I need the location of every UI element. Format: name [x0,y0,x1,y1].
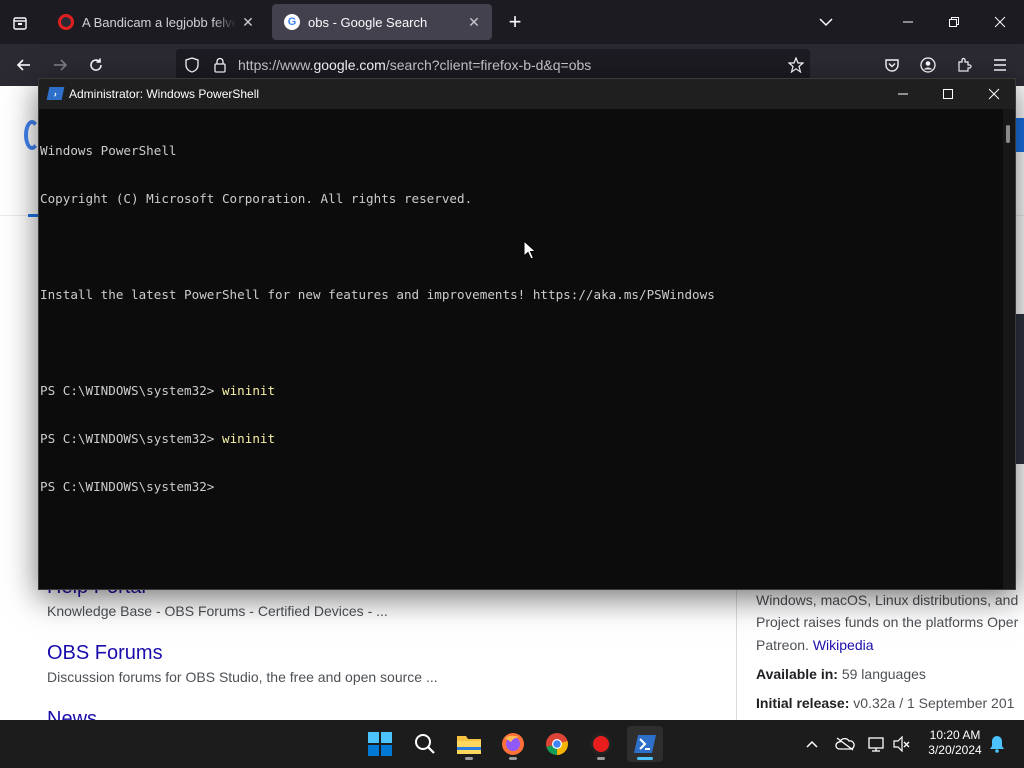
powershell-console[interactable]: Windows PowerShell Copyright (C) Microso… [39,109,1003,589]
close-window-icon[interactable] [988,10,1012,34]
result-snippet: Discussion forums for OBS Studio, the fr… [47,669,438,685]
running-indicator [509,757,517,760]
bandicam-button[interactable] [583,726,619,762]
clock-time: 10:20 AM [929,728,981,742]
console-line: Windows PowerShell [40,143,177,158]
console-line: Install the latest PowerShell for new fe… [40,287,715,302]
url-text: https://www.google.com/search?client=fir… [238,57,592,73]
browser-tab-bar: A Bandicam a legjobb felvevőprogram ✕ G … [0,0,1024,44]
running-indicator [465,757,473,760]
start-button[interactable] [362,726,398,762]
menu-icon[interactable] [988,53,1012,77]
kp-available-in: Available in: 59 languages [756,666,926,682]
volume-muted-icon[interactable] [891,734,913,754]
tab-title: obs - Google Search [308,14,428,30]
result-title-obs-forums[interactable]: OBS Forums [47,642,163,665]
back-icon[interactable] [12,53,36,77]
windows-start-icon [368,732,392,756]
console-scrollbar[interactable] [1003,109,1015,589]
taskbar-clock[interactable]: 10:20 AM 3/20/2024 [918,728,992,758]
taskbar [0,720,1024,768]
record-icon [590,733,612,755]
new-tab-icon[interactable]: + [503,9,527,34]
close-icon[interactable] [982,82,1006,106]
onedrive-offline-icon[interactable] [834,734,856,754]
tab-google-search[interactable]: G obs - Google Search ✕ [272,4,492,40]
kp-description-line: Project raises funds on the platforms Op… [756,614,1019,630]
mouse-cursor-icon [523,239,537,260]
reload-icon[interactable] [84,53,108,77]
powershell-icon [634,735,656,753]
image-fragment [1016,314,1024,464]
chrome-icon [546,733,568,755]
powershell-title-bar[interactable]: › Administrator: Windows PowerShell [39,79,1015,109]
powershell-button[interactable] [627,726,663,762]
tab-title: A Bandicam a legjobb felvevőprogram [82,14,236,30]
network-icon[interactable] [866,734,888,754]
result-snippet: Knowledge Base - OBS Forums - Certified … [47,603,388,619]
scrollbar-thumb[interactable] [1006,125,1010,143]
minimize-icon[interactable] [896,10,920,34]
clock-date: 3/20/2024 [928,743,982,757]
extensions-icon[interactable] [952,53,976,77]
file-explorer-button[interactable] [451,726,487,762]
powershell-icon: › [46,87,65,100]
account-icon[interactable] [916,53,940,77]
kp-description-line: Patreon. Wikipedia [756,637,874,653]
pocket-icon[interactable] [880,53,904,77]
powershell-window: › Administrator: Windows PowerShell Wind… [38,78,1016,590]
minimize-icon[interactable] [891,82,915,106]
firefox-view-icon[interactable] [8,11,32,35]
shield-icon[interactable] [180,53,204,77]
firefox-button[interactable] [495,726,531,762]
firefox-icon [502,733,524,755]
console-line: PS C:\WINDOWS\system32> wininit [40,383,276,398]
powershell-title: Administrator: Windows PowerShell [69,87,260,101]
close-tab-icon[interactable]: ✕ [236,14,260,31]
console-line: Copyright (C) Microsoft Corporation. All… [40,191,473,206]
divider [736,576,737,720]
bandicam-icon [58,14,74,30]
google-icon: G [284,14,300,30]
console-line: PS C:\WINDOWS\system32> wininit [40,431,276,446]
search-icon [415,734,435,754]
running-indicator [597,757,605,760]
chrome-button[interactable] [539,726,575,762]
chevron-up-icon[interactable] [802,734,822,754]
wikipedia-link[interactable]: Wikipedia [813,637,874,653]
list-tabs-icon[interactable] [814,10,838,34]
close-tab-icon[interactable]: ✕ [462,14,486,31]
kp-description-line: Windows, macOS, Linux distributions, and [756,592,1019,608]
active-indicator [637,757,653,760]
console-prompt-line[interactable]: PS C:\WINDOWS\system32> [40,479,1003,495]
lock-icon[interactable] [208,53,232,77]
bookmark-star-icon[interactable] [784,53,808,77]
kp-initial-release: Initial release: v0.32a / 1 September 20… [756,695,1015,711]
maximize-icon[interactable] [936,82,960,106]
search-button[interactable] [407,726,443,762]
folder-icon [457,736,481,754]
restore-icon[interactable] [942,10,966,34]
tab-bandicam[interactable]: A Bandicam a legjobb felvevőprogram ✕ [46,4,266,40]
forward-icon[interactable] [48,53,72,77]
